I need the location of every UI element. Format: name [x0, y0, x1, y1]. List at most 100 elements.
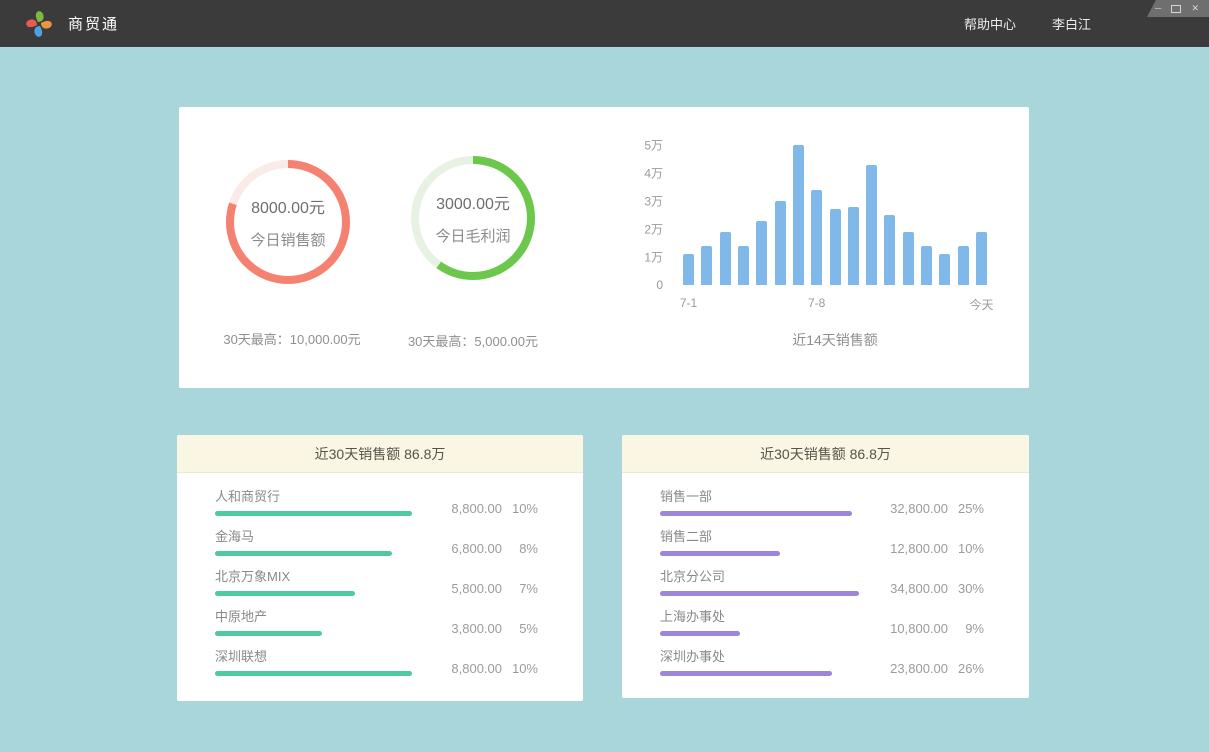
- bar-series: [683, 145, 987, 285]
- rank-row-left: 人和商贸行: [215, 489, 424, 516]
- sales-bar: [958, 246, 969, 285]
- rank-label: 上海办事处: [660, 609, 870, 625]
- close-button[interactable]: ✕: [1191, 4, 1199, 13]
- rank-value: 8,800.00: [424, 661, 502, 676]
- user-menu[interactable]: 李白江: [1052, 14, 1091, 33]
- window-controls: ─ ✕: [1145, 0, 1209, 17]
- rank-row-right: 23,800.00 26%: [870, 661, 984, 676]
- sales-bar: [701, 246, 712, 285]
- rank-value: 12,800.00: [870, 541, 948, 556]
- sales-bar: [848, 207, 859, 285]
- profit-30d-max-caption: 30天最高：5,000.00元: [378, 331, 568, 350]
- maximize-button[interactable]: [1171, 5, 1181, 13]
- overview-card: 8000.00元 今日销售额 30天最高：10,000.00元 3000.00元…: [179, 107, 1029, 388]
- rank-percent: 30%: [948, 581, 984, 596]
- today-profit-value: 3000.00元: [436, 190, 510, 214]
- rank-row-left: 销售二部: [660, 529, 870, 556]
- rank-label: 中原地产: [215, 609, 424, 625]
- y-axis-label: 3万: [644, 193, 663, 210]
- rank-row-right: 34,800.00 30%: [870, 581, 984, 596]
- sales-bar: [720, 232, 731, 285]
- rank-label: 销售一部: [660, 489, 870, 505]
- rank-row: 北京万象MIX 5,800.00 7%: [215, 569, 538, 596]
- y-axis-label: 1万: [644, 249, 663, 266]
- rank-label: 金海马: [215, 529, 424, 545]
- rank-bar: [660, 591, 859, 596]
- rank-list: 销售一部 32,800.00 25% 销售二部 12,800.00 10% 北京…: [622, 473, 1029, 676]
- rank-bar: [215, 631, 322, 636]
- customer-sales-rank-card: 近30天销售额 86.8万 人和商贸行 8,800.00 10% 金海马 6,8…: [177, 435, 583, 701]
- app-title: 商贸通: [68, 13, 119, 34]
- rank-bar: [215, 671, 412, 676]
- today-profit-label: 今日毛利润: [435, 225, 510, 246]
- rank-row: 销售一部 32,800.00 25%: [660, 489, 984, 516]
- rank-row: 金海马 6,800.00 8%: [215, 529, 538, 556]
- department-sales-rank-card: 近30天销售额 86.8万 销售一部 32,800.00 25% 销售二部 12…: [622, 435, 1029, 698]
- sales-bar: [903, 232, 914, 285]
- rank-label: 深圳办事处: [660, 649, 870, 665]
- rank-value: 23,800.00: [870, 661, 948, 676]
- rank-card-title: 近30天销售额 86.8万: [177, 435, 583, 473]
- bar-chart-caption: 近14天销售额: [683, 330, 987, 350]
- rank-bar: [660, 551, 780, 556]
- rank-row: 中原地产 3,800.00 5%: [215, 609, 538, 636]
- rank-bar: [215, 551, 392, 556]
- rank-row-left: 深圳联想: [215, 649, 424, 676]
- rank-row-right: 3,800.00 5%: [424, 621, 538, 636]
- rank-row-right: 8,800.00 10%: [424, 501, 538, 516]
- rank-percent: 25%: [948, 501, 984, 516]
- rank-label: 北京万象MIX: [215, 569, 424, 585]
- rank-row: 上海办事处 10,800.00 9%: [660, 609, 984, 636]
- rank-row: 深圳办事处 23,800.00 26%: [660, 649, 984, 676]
- donut-center: 3000.00元 今日毛利润: [409, 154, 537, 282]
- rank-row-left: 销售一部: [660, 489, 870, 516]
- rank-row-left: 北京分公司: [660, 569, 870, 596]
- rank-value: 10,800.00: [870, 621, 948, 636]
- rank-label: 北京分公司: [660, 569, 870, 585]
- rank-card-title: 近30天销售额 86.8万: [622, 435, 1029, 473]
- rank-row-right: 5,800.00 7%: [424, 581, 538, 596]
- today-profit-donut: 3000.00元 今日毛利润: [409, 154, 537, 282]
- y-axis: 5万4万3万2万1万0: [637, 145, 663, 285]
- rank-row: 深圳联想 8,800.00 10%: [215, 649, 538, 676]
- rank-bar: [215, 511, 412, 516]
- today-sales-donut: 8000.00元 今日销售额: [224, 158, 352, 286]
- sales-bar: [921, 246, 932, 285]
- rank-percent: 8%: [502, 541, 538, 556]
- x-axis-label: 7-1: [680, 296, 697, 310]
- rank-bar: [215, 591, 355, 596]
- y-axis-label: 2万: [644, 221, 663, 238]
- rank-label: 人和商贸行: [215, 489, 424, 505]
- x-axis-label: 7-8: [808, 296, 825, 310]
- rank-row-left: 中原地产: [215, 609, 424, 636]
- y-axis-label: 4万: [644, 165, 663, 182]
- rank-bar: [660, 511, 852, 516]
- y-axis-label: 5万: [644, 137, 663, 154]
- rank-row-right: 10,800.00 9%: [870, 621, 984, 636]
- rank-row: 人和商贸行 8,800.00 10%: [215, 489, 538, 516]
- donut-center: 8000.00元 今日销售额: [224, 158, 352, 286]
- rank-value: 34,800.00: [870, 581, 948, 596]
- rank-row-left: 北京万象MIX: [215, 569, 424, 596]
- app-logo-icon: [24, 9, 54, 39]
- rank-row-right: 8,800.00 10%: [424, 661, 538, 676]
- rank-percent: 10%: [502, 501, 538, 516]
- rank-bar: [660, 631, 740, 636]
- rank-value: 6,800.00: [424, 541, 502, 556]
- rank-value: 3,800.00: [424, 621, 502, 636]
- sales-bar: [756, 221, 767, 285]
- sales-bar: [866, 165, 877, 285]
- rank-row: 销售二部 12,800.00 10%: [660, 529, 984, 556]
- rank-value: 5,800.00: [424, 581, 502, 596]
- sales-30d-max-caption: 30天最高：10,000.00元: [197, 329, 387, 348]
- rank-percent: 7%: [502, 581, 538, 596]
- rank-row-right: 32,800.00 25%: [870, 501, 984, 516]
- rank-percent: 5%: [502, 621, 538, 636]
- rank-percent: 10%: [948, 541, 984, 556]
- rank-percent: 9%: [948, 621, 984, 636]
- help-center-link[interactable]: 帮助中心: [964, 14, 1016, 33]
- app-window: 商贸通 帮助中心 李白江 ─ ✕ 8000.00元 今日销售额 30天最高：10…: [0, 0, 1209, 752]
- rank-row-right: 6,800.00 8%: [424, 541, 538, 556]
- rank-percent: 26%: [948, 661, 984, 676]
- minimize-button[interactable]: ─: [1155, 4, 1161, 13]
